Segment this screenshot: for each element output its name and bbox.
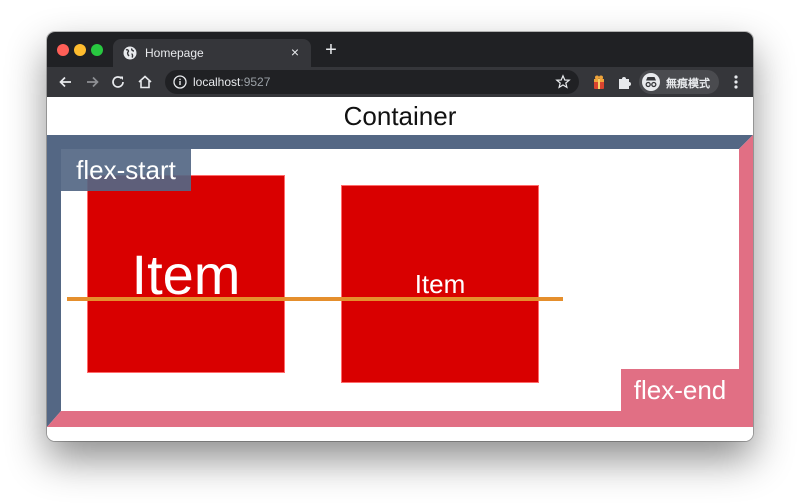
- home-icon: [138, 75, 152, 89]
- reload-button[interactable]: [108, 72, 128, 92]
- tab-homepage[interactable]: Homepage ×: [113, 39, 311, 67]
- address-bar[interactable]: localhost:9527: [165, 70, 579, 94]
- tab-bar: Homepage × +: [47, 32, 753, 67]
- flex-item: Item: [341, 185, 539, 383]
- maximize-window-button[interactable]: [91, 44, 103, 56]
- minimize-window-button[interactable]: [74, 44, 86, 56]
- globe-icon: [123, 46, 137, 60]
- incognito-icon: [642, 73, 660, 91]
- arrow-left-icon: [59, 76, 71, 88]
- puzzle-icon[interactable]: [616, 73, 632, 91]
- incognito-label: 無痕模式: [666, 78, 710, 90]
- forward-button[interactable]: [82, 72, 102, 92]
- url-text: localhost:9527: [193, 75, 270, 89]
- baseline-line: [67, 297, 563, 301]
- arrow-right-icon: [87, 76, 99, 88]
- tab-title: Homepage: [145, 46, 204, 60]
- flex-start-label: flex-start: [61, 149, 191, 191]
- kebab-menu-icon[interactable]: [730, 73, 742, 91]
- info-icon[interactable]: [173, 75, 187, 89]
- browser-toolbar: localhost:9527 無痕模式: [47, 67, 753, 97]
- gift-extension-icon[interactable]: [591, 73, 607, 91]
- reload-icon: [112, 76, 124, 88]
- item-label: Item: [414, 268, 466, 299]
- url-port: :9527: [240, 75, 271, 89]
- home-button[interactable]: [135, 72, 155, 92]
- star-icon[interactable]: [555, 74, 571, 90]
- incognito-profile-button[interactable]: 無痕模式: [639, 70, 719, 94]
- flex-end-label: flex-end: [621, 369, 739, 411]
- browser-window: Homepage × + localhost:9527 無痕模式 Contain…: [47, 32, 753, 441]
- close-window-button[interactable]: [57, 44, 69, 56]
- tab-close-button[interactable]: ×: [287, 44, 303, 60]
- page-title: Container: [343, 101, 457, 131]
- page-viewport: Container Item Item flex-start flex-end: [47, 97, 753, 441]
- url-host: localhost: [193, 75, 241, 89]
- back-button[interactable]: [56, 72, 76, 92]
- flex-container: Item Item flex-start flex-end: [47, 135, 753, 427]
- flex-item: Item: [87, 175, 285, 373]
- new-tab-button[interactable]: +: [321, 40, 341, 61]
